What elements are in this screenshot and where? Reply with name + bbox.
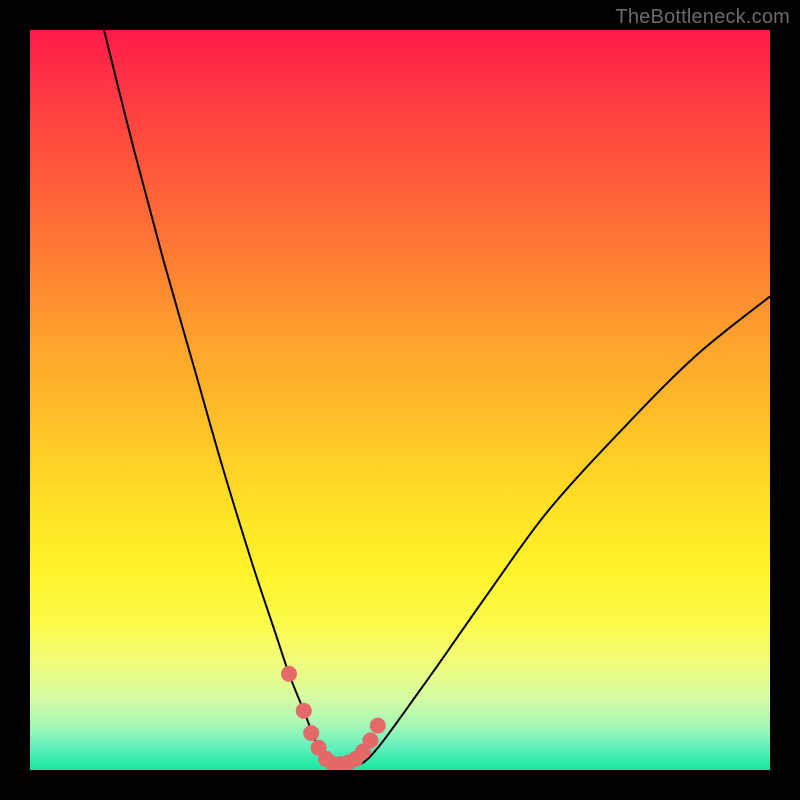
watermark-text: TheBottleneck.com xyxy=(615,6,790,29)
bottleneck-curve xyxy=(104,30,770,768)
highlight-dot xyxy=(296,703,312,719)
plot-area xyxy=(30,30,770,770)
highlight-dot xyxy=(370,718,386,734)
highlight-dot xyxy=(281,666,297,682)
highlight-dots-group xyxy=(281,666,386,770)
chart-frame: TheBottleneck.com xyxy=(0,0,800,800)
curve-svg xyxy=(30,30,770,770)
highlight-dot xyxy=(303,725,319,741)
highlight-dot xyxy=(362,732,378,748)
